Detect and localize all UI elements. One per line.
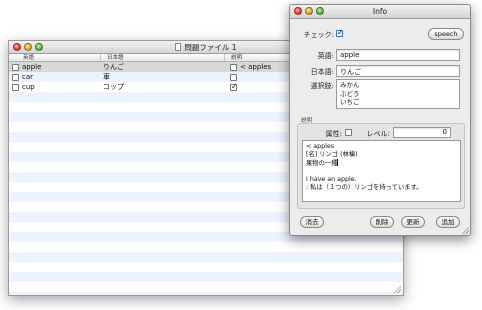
japanese-field[interactable]: りんご xyxy=(336,65,460,77)
japanese-cell: 車 xyxy=(103,73,110,81)
info-titlebar[interactable]: Info xyxy=(290,5,470,19)
update-button[interactable]: 更新 xyxy=(401,216,425,228)
english-cell: car xyxy=(9,73,101,81)
description-body: < apples [名] リンゴ (林檎) 果物の一種 I have an ap… xyxy=(306,143,423,191)
info-resize-grip-icon[interactable] xyxy=(461,226,469,234)
description-checkbox[interactable] xyxy=(230,63,237,71)
english-text: apple xyxy=(22,63,42,71)
english-cell: apple xyxy=(9,63,101,71)
description-textarea[interactable]: < apples [名] リンゴ (林檎) 果物の一種 I have an ap… xyxy=(302,140,461,202)
choices-list[interactable]: みかん ぶどう いちご xyxy=(336,79,460,109)
check-checkbox[interactable] xyxy=(336,28,344,37)
description-checkbox[interactable] xyxy=(230,83,238,91)
english-label: 英語: xyxy=(317,52,334,60)
add-button[interactable]: 追加 xyxy=(436,216,460,228)
english-text: car xyxy=(22,73,34,81)
english-text: cup xyxy=(22,83,35,91)
row-checkbox[interactable] xyxy=(12,73,19,81)
info-panel: Info チェック: speech 英語: apple 日本語: りんご 選択肢… xyxy=(289,4,471,236)
japanese-cell: コップ xyxy=(103,83,124,91)
column-header-english[interactable]: 英語 xyxy=(9,54,101,61)
clear-button[interactable]: 消去 xyxy=(300,216,324,228)
document-title: 問題ファイル 1 xyxy=(184,43,237,52)
column-header-japanese[interactable]: 日本語 xyxy=(101,54,225,61)
level-label: レベル: xyxy=(366,130,390,138)
list-item[interactable]: ぶどう xyxy=(340,90,456,99)
attribute-label: 属性: xyxy=(325,130,342,138)
text-caret xyxy=(337,159,339,166)
list-item[interactable]: みかん xyxy=(340,81,456,90)
choices-label: 選択肢: xyxy=(310,82,334,90)
check-label: チェック: xyxy=(303,31,334,39)
japanese-label: 日本語: xyxy=(310,68,334,76)
level-field[interactable]: 0 xyxy=(393,127,451,138)
info-title: Info xyxy=(372,7,388,16)
row-checkbox[interactable] xyxy=(12,63,19,71)
resize-grip-icon[interactable] xyxy=(393,285,401,293)
list-item[interactable]: いちご xyxy=(340,98,456,107)
description-text: < apples xyxy=(240,63,272,71)
description-checkbox[interactable] xyxy=(230,73,237,81)
speech-button[interactable]: speech xyxy=(428,28,464,40)
delete-button[interactable]: 削除 xyxy=(370,216,394,228)
japanese-cell: りんご xyxy=(103,63,124,71)
row-checkbox[interactable] xyxy=(12,83,19,91)
english-field[interactable]: apple xyxy=(336,49,460,61)
english-cell: cup xyxy=(9,83,101,91)
attribute-checkbox[interactable] xyxy=(345,129,352,136)
document-icon xyxy=(175,43,182,51)
